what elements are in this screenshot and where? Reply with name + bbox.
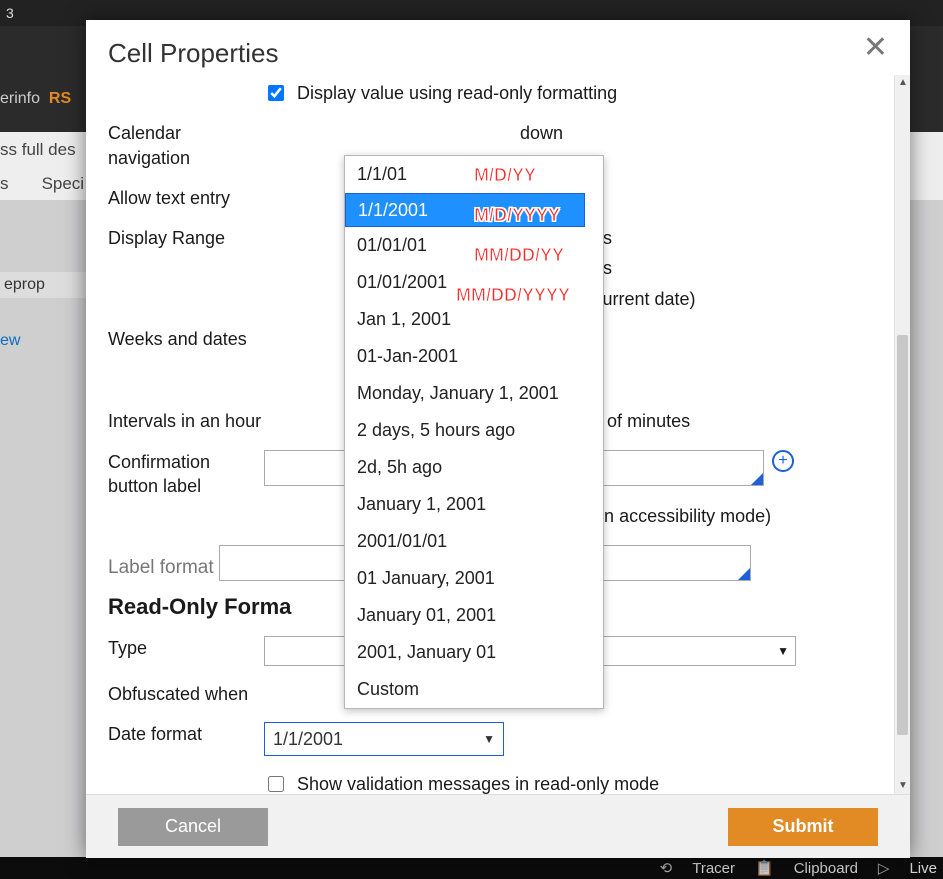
scroll-thumb[interactable] xyxy=(897,335,908,735)
display-readonly-label: Display value using read-only formatting xyxy=(297,81,617,105)
date-format-select[interactable]: 1/1/2001 ▼ xyxy=(264,722,504,756)
scroll-down-icon[interactable]: ▼ xyxy=(895,778,910,794)
dialog-title: Cell Properties xyxy=(108,38,279,69)
bg-eprop: eprop xyxy=(0,272,86,298)
date-format-option[interactable]: Monday, January 1, 2001 xyxy=(345,375,603,412)
bottom-clipboard[interactable]: Clipboard xyxy=(794,860,858,877)
show-validation-check[interactable] xyxy=(268,776,284,792)
label-format-heading: Label format xyxy=(108,555,214,581)
intervals-label: Intervals in an hour xyxy=(108,409,264,433)
dialog-scrollbar[interactable]: ▲ ▼ xyxy=(894,75,910,794)
bg-erinfo: erinfo xyxy=(0,90,40,107)
date-format-option[interactable]: 01 January, 2001 xyxy=(345,560,603,597)
submit-button[interactable]: Submit xyxy=(728,808,878,846)
date-format-option[interactable]: 01/01/2001 xyxy=(345,264,603,301)
background-side: erinfo RS xyxy=(0,90,86,108)
cell-properties-dialog: Cell Properties ✕ Display value using re… xyxy=(86,20,910,858)
date-format-option[interactable]: Jan 1, 2001 xyxy=(345,301,603,338)
chevron-down-icon: ▼ xyxy=(483,731,495,747)
bottom-live-icon: ▷ xyxy=(878,859,890,877)
bg-spec: Speci xyxy=(42,174,85,193)
bottom-live[interactable]: Live xyxy=(909,860,937,877)
bg-s: s xyxy=(0,174,9,193)
scroll-up-icon[interactable]: ▲ xyxy=(895,75,910,91)
confirm-button-label: Confirmation button label xyxy=(108,450,264,499)
chevron-down-icon: ▼ xyxy=(777,643,789,659)
date-format-dropdown[interactable]: 1/1/011/1/200101/01/0101/01/2001Jan 1, 2… xyxy=(344,155,604,709)
date-format-option[interactable]: 01-Jan-2001 xyxy=(345,338,603,375)
date-format-option[interactable]: January 1, 2001 xyxy=(345,486,603,523)
bg-light-text: ss full des s Speci xyxy=(0,140,84,194)
date-format-option[interactable]: 2001, January 01 xyxy=(345,634,603,671)
calendar-nav-rhs: down xyxy=(520,123,563,143)
date-format-option[interactable]: 01/01/01 xyxy=(345,227,603,264)
bottom-tracer[interactable]: Tracer xyxy=(692,860,735,877)
date-format-option[interactable]: 2d, 5h ago xyxy=(345,449,603,486)
date-format-option[interactable]: 2 days, 5 hours ago xyxy=(345,412,603,449)
dialog-footer: Cancel Submit xyxy=(86,794,910,858)
date-format-label: Date format xyxy=(108,722,264,746)
date-format-option[interactable]: January 01, 2001 xyxy=(345,597,603,634)
display-readonly-check[interactable] xyxy=(268,85,284,101)
weeks-dates-label: Weeks and dates xyxy=(108,327,264,351)
bg-fulldes: ss full des xyxy=(0,140,84,160)
calendar-nav-label: Calendar navigation xyxy=(108,121,264,170)
date-format-option[interactable]: 1/1/01 xyxy=(345,156,603,193)
display-range-label: Display Range xyxy=(108,226,264,250)
resize-handle-icon[interactable] xyxy=(751,473,763,485)
allow-text-entry-label: Allow text entry xyxy=(108,186,264,210)
date-format-value: 1/1/2001 xyxy=(273,727,343,751)
bottom-tracer-icon: ⟲ xyxy=(660,859,673,877)
bg-rs[interactable]: RS xyxy=(49,90,71,107)
bg-ew-link[interactable]: ew xyxy=(0,332,20,350)
type-label: Type xyxy=(108,636,264,660)
close-icon[interactable]: ✕ xyxy=(863,38,888,58)
obfuscated-label: Obfuscated when xyxy=(108,682,264,706)
date-format-option[interactable]: Custom xyxy=(345,671,603,708)
target-picker-icon[interactable] xyxy=(772,450,794,472)
resize-handle-icon-2[interactable] xyxy=(738,568,750,580)
date-format-option[interactable]: 2001/01/01 xyxy=(345,523,603,560)
bottom-clipboard-icon: 📋 xyxy=(755,859,774,877)
show-validation-label: Show validation messages in read-only mo… xyxy=(297,772,659,794)
cancel-button[interactable]: Cancel xyxy=(118,808,268,846)
bg-topbar-char: 3 xyxy=(6,5,14,21)
dialog-header: Cell Properties ✕ xyxy=(86,20,910,75)
date-format-option[interactable]: 1/1/2001 xyxy=(345,193,585,227)
background-bottom: ⟲ Tracer 📋 Clipboard ▷ Live xyxy=(0,857,943,879)
